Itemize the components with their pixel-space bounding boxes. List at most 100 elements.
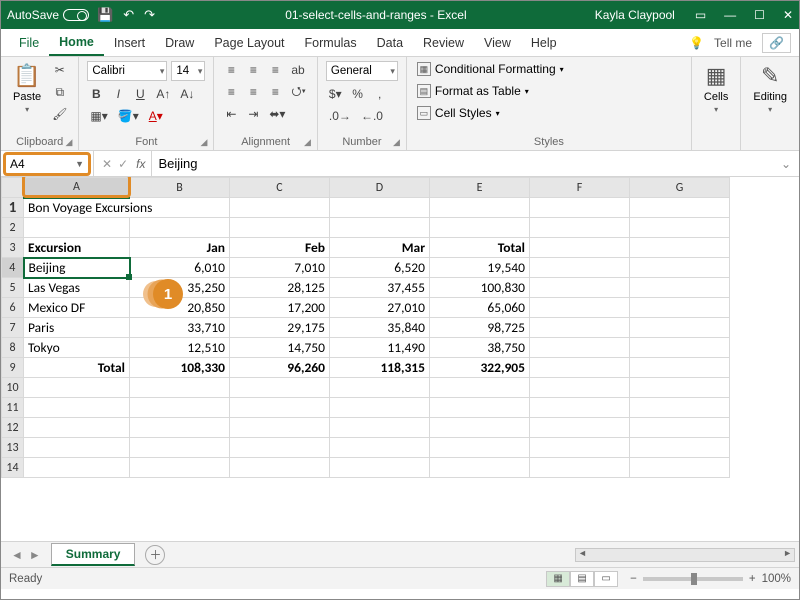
cell[interactable]: Paris xyxy=(24,318,130,338)
autosave-toggle[interactable]: AutoSave xyxy=(7,8,89,22)
font-name-select[interactable]: Calibri xyxy=(87,61,167,81)
dialog-launcher-icon[interactable]: ◢ xyxy=(393,137,400,148)
ribbon-options-icon[interactable]: ▭ xyxy=(695,8,706,22)
col-header-f[interactable]: F xyxy=(530,178,630,198)
align-middle-icon[interactable]: ≡ xyxy=(244,61,262,79)
decrease-indent-icon[interactable]: ⇤ xyxy=(222,105,240,123)
cell[interactable]: 27,010 xyxy=(330,298,430,318)
underline-button[interactable]: U xyxy=(131,85,149,103)
cell[interactable]: 6,010 xyxy=(130,258,230,278)
tab-data[interactable]: Data xyxy=(367,29,413,56)
share-button[interactable]: 🔗 xyxy=(762,33,791,53)
cut-icon[interactable]: ✂ xyxy=(49,61,70,79)
cell[interactable]: 29,175 xyxy=(230,318,330,338)
page-layout-view-icon[interactable]: ▤ xyxy=(570,571,594,587)
col-header-a[interactable]: A xyxy=(24,178,130,198)
cell[interactable]: 96,260 xyxy=(230,358,330,378)
dialog-launcher-icon[interactable]: ◢ xyxy=(65,137,72,148)
cell[interactable]: Bon Voyage Excursions xyxy=(24,198,230,218)
cells-button[interactable]: ▦Cells▾ xyxy=(700,61,732,116)
bold-button[interactable]: B xyxy=(87,85,105,103)
merge-center-icon[interactable]: ⬌▾ xyxy=(266,105,288,123)
cell[interactable]: Mexico DF xyxy=(24,298,130,318)
cell[interactable]: 33,710 xyxy=(130,318,230,338)
dialog-launcher-icon[interactable]: ◢ xyxy=(304,137,311,148)
close-icon[interactable]: ✕ xyxy=(783,8,793,22)
row-header[interactable]: 14 xyxy=(2,458,24,478)
cell[interactable]: 19,540 xyxy=(430,258,530,278)
undo-icon[interactable]: ↶ xyxy=(123,7,134,23)
cell[interactable]: 17,200 xyxy=(230,298,330,318)
page-break-view-icon[interactable]: ▭ xyxy=(594,571,618,587)
cell[interactable]: 37,455 xyxy=(330,278,430,298)
sheet-tab-summary[interactable]: Summary xyxy=(51,543,136,566)
align-left-icon[interactable]: ≡ xyxy=(222,83,240,101)
row-header[interactable]: 7 xyxy=(2,318,24,338)
tab-draw[interactable]: Draw xyxy=(155,29,204,56)
horizontal-scrollbar[interactable] xyxy=(575,548,795,562)
row-header[interactable]: 9 xyxy=(2,358,24,378)
row-header[interactable]: 8 xyxy=(2,338,24,358)
tab-page-layout[interactable]: Page Layout xyxy=(204,29,294,56)
zoom-out-icon[interactable]: − xyxy=(630,573,637,585)
accounting-format-icon[interactable]: $▾ xyxy=(326,85,345,103)
row-header[interactable]: 2 xyxy=(2,218,24,238)
name-box[interactable]: A4 ▼ xyxy=(3,152,91,176)
cell[interactable]: 35,840 xyxy=(330,318,430,338)
cell[interactable]: Jan xyxy=(130,238,230,258)
cell[interactable]: Total xyxy=(430,238,530,258)
increase-font-icon[interactable]: A↑ xyxy=(153,85,173,103)
row-header[interactable]: 1 xyxy=(2,198,24,218)
expand-formula-bar-icon[interactable]: ⌄ xyxy=(773,157,799,171)
number-format-select[interactable]: General xyxy=(326,61,398,81)
zoom-level[interactable]: 100% xyxy=(762,573,791,585)
accept-formula-icon[interactable]: ✓ xyxy=(118,157,128,171)
maximize-icon[interactable]: ☐ xyxy=(754,8,765,22)
paste-button[interactable]: 📋 Paste ▾ xyxy=(9,61,45,116)
cell[interactable]: Feb xyxy=(230,238,330,258)
format-painter-icon[interactable]: 🖌 xyxy=(49,105,70,123)
font-color-icon[interactable]: A▾ xyxy=(146,107,166,125)
tell-me[interactable]: Tell me xyxy=(714,36,752,50)
row-header[interactable]: 3 xyxy=(2,238,24,258)
cell[interactable]: 38,750 xyxy=(430,338,530,358)
col-header-b[interactable]: B xyxy=(130,178,230,198)
cell[interactable]: 322,905 xyxy=(430,358,530,378)
decrease-font-icon[interactable]: A↓ xyxy=(177,85,197,103)
cell[interactable]: 98,725 xyxy=(430,318,530,338)
cancel-formula-icon[interactable]: ✕ xyxy=(102,157,112,171)
wrap-text-icon[interactable]: ab xyxy=(288,61,307,79)
autosave-switch-off-icon[interactable] xyxy=(63,9,89,21)
increase-decimal-icon[interactable]: .0→ xyxy=(326,107,354,125)
tab-view[interactable]: View xyxy=(474,29,521,56)
sheet-nav-next-icon[interactable]: ► xyxy=(29,548,41,562)
cell[interactable]: 14,750 xyxy=(230,338,330,358)
row-header[interactable]: 4 xyxy=(2,258,24,278)
cell[interactable]: Mar xyxy=(330,238,430,258)
cell[interactable]: 7,010 xyxy=(230,258,330,278)
align-top-icon[interactable]: ≡ xyxy=(222,61,240,79)
normal-view-icon[interactable]: ▦ xyxy=(546,571,570,587)
cell[interactable]: Total xyxy=(24,358,130,378)
worksheet-grid[interactable]: A B C D E F G 1Bon Voyage Excursions 2 3… xyxy=(1,177,799,541)
percent-format-icon[interactable]: % xyxy=(349,85,367,103)
select-all-corner[interactable] xyxy=(2,178,24,198)
align-bottom-icon[interactable]: ≡ xyxy=(266,61,284,79)
tab-formulas[interactable]: Formulas xyxy=(295,29,367,56)
format-as-table-button[interactable]: ▤Format as Table▾ xyxy=(415,83,531,99)
sheet-nav-prev-icon[interactable]: ◄ xyxy=(11,548,23,562)
col-header-e[interactable]: E xyxy=(430,178,530,198)
zoom-in-icon[interactable]: + xyxy=(749,573,756,585)
formula-input[interactable]: Beijing xyxy=(152,156,772,171)
copy-icon[interactable]: ⧉ xyxy=(49,83,70,101)
borders-icon[interactable]: ▦▾ xyxy=(87,107,110,125)
row-header[interactable]: 13 xyxy=(2,438,24,458)
row-header[interactable]: 11 xyxy=(2,398,24,418)
tab-review[interactable]: Review xyxy=(413,29,474,56)
comma-format-icon[interactable]: , xyxy=(371,85,389,103)
tab-help[interactable]: Help xyxy=(521,29,567,56)
minimize-icon[interactable]: ― xyxy=(724,8,736,22)
redo-icon[interactable]: ↷ xyxy=(144,7,155,23)
cell[interactable]: 12,510 xyxy=(130,338,230,358)
italic-button[interactable]: I xyxy=(109,85,127,103)
